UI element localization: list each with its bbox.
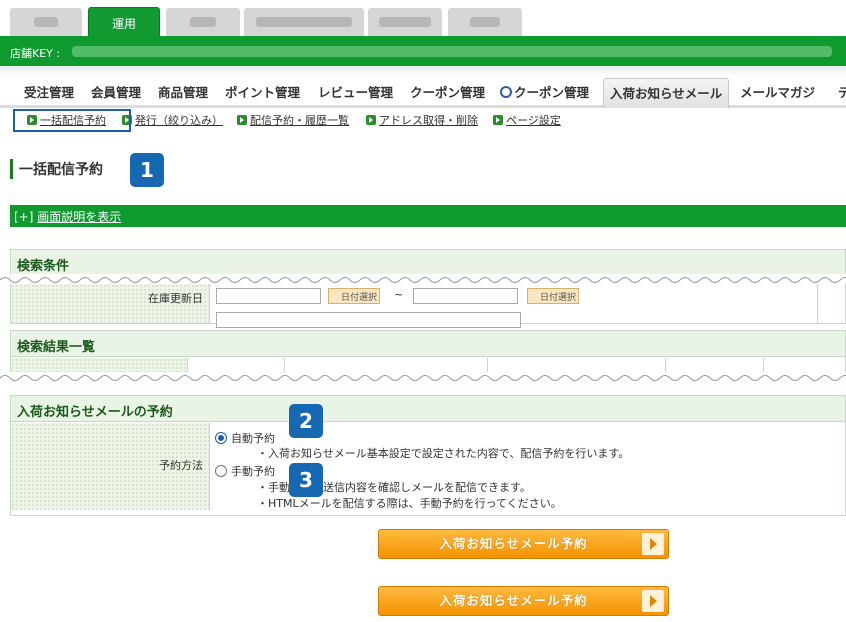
subnav-label: 発行（絞り込み） xyxy=(135,114,223,127)
top-tab-6[interactable] xyxy=(448,8,522,36)
stock-update-date-label-cell: 在庫更新日 xyxy=(11,284,210,323)
restock-mail-reserve-button[interactable]: 入荷お知らせメール予約 xyxy=(378,529,669,559)
auto-reservation-note: ・入荷お知らせメール基本設定で設定された内容で、配信予約を行います。 xyxy=(257,447,630,460)
subnav-label: アドレス取得・削除 xyxy=(379,114,478,127)
expand-icon: [+] xyxy=(14,210,34,224)
restock-mail-reserve-button-2[interactable]: 入荷お知らせメール予約 xyxy=(378,586,669,616)
search-results-section: 検索結果一覧 xyxy=(10,330,846,358)
restock-mail-reserve-button-label: 入荷お知らせメール予約 xyxy=(439,536,588,551)
c-coupon-icon xyxy=(500,86,512,98)
manual-reservation-note-2: ・HTMLメールを配信する際は、手動予約を行ってください。 xyxy=(257,497,562,510)
arrow-bullet-icon xyxy=(493,115,503,125)
auto-reservation-label: 自動予約 xyxy=(231,432,275,445)
manual-reservation-option[interactable]: 手動予約 xyxy=(215,463,275,479)
reservation-method-label: 予約方法 xyxy=(159,459,203,472)
callout-badge-2: 2 xyxy=(289,404,323,438)
top-tab-operation[interactable]: 運用 xyxy=(88,7,160,37)
subnav-label: 配信予約・履歴一覧 xyxy=(250,114,349,127)
condition-text-input[interactable] xyxy=(216,312,521,328)
subnav-page-settings[interactable]: ページ設定 xyxy=(493,112,561,128)
search-results-heading: 検索結果一覧 xyxy=(11,331,845,357)
auto-reservation-radio[interactable] xyxy=(215,432,227,444)
date-from-calendar-button[interactable]: 日付選択 xyxy=(328,288,381,304)
callout-badge-1: 1 xyxy=(130,153,164,187)
subnav-issue-filter[interactable]: 発行（絞り込み） xyxy=(122,112,223,128)
nav-restock-notification-mail[interactable]: 入荷お知らせメール xyxy=(603,78,730,108)
arrow-bullet-icon xyxy=(366,115,376,125)
manual-reservation-radio[interactable] xyxy=(215,465,227,477)
arrow-right-icon xyxy=(642,590,664,612)
search-conditions-section: 検索条件 xyxy=(10,249,846,277)
nav-mail-magazine[interactable]: メールマガジ xyxy=(740,82,815,101)
nav-order-management[interactable]: 受注管理 xyxy=(24,82,74,101)
main-nav: 受注管理 会員管理 商品管理 ポイント管理 レビュー管理 クーポン管理 クーポン… xyxy=(0,66,846,108)
reservation-section: 入荷お知らせメールの予約 予約方法 自動予約 ・入荷お知らせメール基本設定で設定… xyxy=(10,395,846,516)
subnav-label: ページ設定 xyxy=(506,114,561,127)
range-separator: ~ xyxy=(394,288,404,301)
omission-wave xyxy=(0,372,846,384)
reservation-method-label-cell: 予約方法 xyxy=(11,423,210,510)
arrow-bullet-icon xyxy=(237,115,247,125)
subnav-address-get-delete[interactable]: アドレス取得・削除 xyxy=(366,112,478,128)
nav-product-management[interactable]: 商品管理 xyxy=(158,82,208,101)
manual-reservation-label: 手動予約 xyxy=(231,465,275,478)
date-to-input[interactable] xyxy=(413,288,518,304)
date-to-calendar-button[interactable]: 日付選択 xyxy=(527,288,580,304)
nav-point-management[interactable]: ポイント管理 xyxy=(225,82,300,101)
date-from-input[interactable] xyxy=(216,288,321,304)
nav-member-management[interactable]: 会員管理 xyxy=(91,82,141,101)
shop-key-value-redacted xyxy=(72,46,832,57)
restock-mail-reserve-button-label: 入荷お知らせメール予約 xyxy=(439,593,588,608)
stock-update-date-label: 在庫更新日 xyxy=(148,292,203,305)
top-tab-1[interactable] xyxy=(10,8,82,36)
subnav-reservation-history[interactable]: 配信予約・履歴一覧 xyxy=(237,112,349,128)
reservation-heading: 入荷お知らせメールの予約 xyxy=(11,396,845,422)
auto-reservation-option[interactable]: 自動予約 xyxy=(215,430,275,446)
nav-c-coupon-label: クーポン管理 xyxy=(514,85,590,100)
top-tab-label: 運用 xyxy=(111,17,136,31)
top-tab-3[interactable] xyxy=(166,8,240,36)
callout-badge-3: 3 xyxy=(289,463,323,497)
show-help-link[interactable]: 画面説明を表示 xyxy=(37,210,121,224)
nav-c-coupon-management[interactable]: クーポン管理 xyxy=(500,82,589,101)
shop-key-label: 店舗KEY : xyxy=(10,47,61,60)
nav-coupon-management[interactable]: クーポン管理 xyxy=(410,82,485,101)
page-title: 一括配信予約 xyxy=(10,159,103,179)
search-conditions-heading: 検索条件 xyxy=(11,250,845,276)
nav-review-management[interactable]: レビュー管理 xyxy=(318,82,393,101)
arrow-right-icon xyxy=(642,533,664,555)
help-bar: [+] 画面説明を表示 xyxy=(10,205,846,227)
top-tab-4[interactable] xyxy=(244,8,364,36)
top-tab-bar: 運用 xyxy=(0,0,846,37)
search-condition-row: 在庫更新日 日付選択 ~ 日付選択 xyxy=(10,284,846,328)
highlight-box xyxy=(13,109,131,132)
shop-key-bar: 店舗KEY : xyxy=(0,36,846,66)
top-tab-5[interactable] xyxy=(368,8,442,36)
nav-cut-item[interactable]: テ xyxy=(838,82,846,101)
